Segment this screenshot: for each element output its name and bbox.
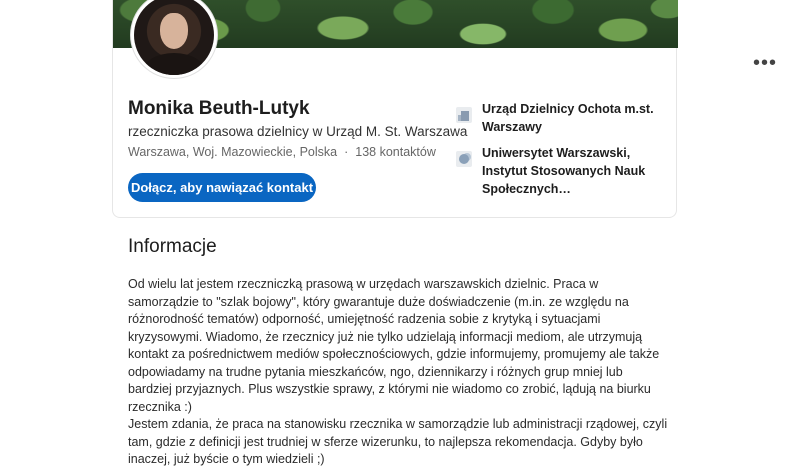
org-item-education[interactable]: Uniwersytet Warszawski, Instytut Stosowa… (456, 144, 676, 196)
avatar[interactable] (131, 0, 217, 78)
org-item-current[interactable]: Urząd Dzielnicy Ochota m.st. Warszawy (456, 100, 676, 140)
profile-name: Monika Beuth-Lutyk (128, 98, 310, 119)
building-icon (456, 107, 472, 123)
avatar-photo (134, 0, 214, 75)
avatar-shoulders (142, 53, 206, 75)
about-title: Informacje (128, 236, 217, 257)
profile-meta: Warszawa, Woj. Mazowieckie, Polska · 138 k… (128, 145, 436, 159)
connect-button[interactable]: Dołącz, aby nawiązać kontakt (128, 173, 316, 202)
about-text: Od wielu lat jestem rzeczniczką prasową … (128, 277, 668, 466)
meta-separator: · (344, 145, 349, 159)
more-options-icon[interactable]: ••• (753, 53, 777, 74)
school-icon (456, 151, 472, 167)
org-name: Uniwersytet Warszawski, Instytut Stosowa… (482, 146, 646, 196)
profile-location: Warszawa, Woj. Mazowieckie, Polska (128, 145, 338, 159)
avatar-face (160, 13, 188, 49)
profile-headline: rzeczniczka prasowa dzielnicy w Urząd M.… (128, 124, 468, 139)
org-name: Urząd Dzielnicy Ochota m.st. Warszawy (482, 102, 654, 134)
profile-connections[interactable]: 138 kontaktów (355, 145, 436, 159)
